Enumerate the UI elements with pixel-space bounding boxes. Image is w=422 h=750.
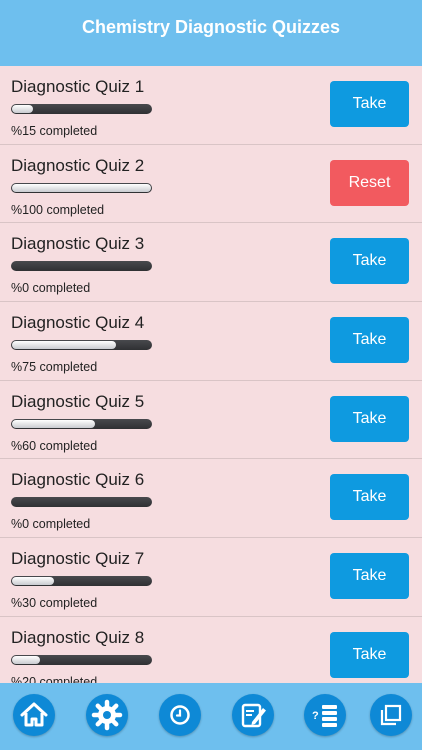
quiz-row-8: Diagnostic Quiz 8 %20 completed Take <box>0 617 422 683</box>
quiz-title: Diagnostic Quiz 6 <box>11 470 145 490</box>
reset-button[interactable]: Reset <box>330 159 409 206</box>
quiz-list-icon: ? <box>312 705 337 727</box>
tab-history[interactable] <box>159 694 201 736</box>
quiz-row-6: Diagnostic Quiz 6 %0 completed Take <box>0 459 422 539</box>
progress-text: %100 completed <box>11 202 105 217</box>
tab-home[interactable] <box>13 694 55 736</box>
quiz-row-4: Diagnostic Quiz 4 %75 completed Take <box>0 302 422 381</box>
progress-fill <box>12 341 117 350</box>
progress-text: %75 completed <box>11 360 98 375</box>
progress-bar <box>11 261 152 272</box>
quiz-title: Diagnostic Quiz 5 <box>11 391 145 411</box>
app-header: Chemistry Diagnostic Quizzes <box>0 0 422 66</box>
take-button[interactable]: Take <box>330 395 409 442</box>
progress-text: %15 completed <box>11 124 98 138</box>
take-button[interactable]: Take <box>330 317 409 364</box>
progress-fill <box>12 419 96 428</box>
bottom-tab-bar: ? <box>0 683 422 750</box>
quiz-title: Diagnostic Quiz 8 <box>11 627 145 647</box>
take-button[interactable]: Take <box>330 474 409 521</box>
progress-bar <box>11 104 152 114</box>
quiz-list: Diagnostic Quiz 1 %15 completed Take Dia… <box>0 66 422 683</box>
quiz-row-1: Diagnostic Quiz 1 %15 completed Take <box>0 66 422 145</box>
svg-text:?: ? <box>312 710 319 722</box>
tab-copy[interactable] <box>370 694 412 736</box>
progress-bar <box>11 654 152 665</box>
progress-bar <box>11 418 152 429</box>
quiz-title: Diagnostic Quiz 3 <box>11 234 145 254</box>
progress-text: %30 completed <box>11 596 98 611</box>
tab-notes[interactable] <box>232 694 274 736</box>
progress-fill <box>12 105 33 113</box>
progress-fill <box>12 183 151 192</box>
progress-fill <box>12 577 54 586</box>
progress-bar <box>11 576 152 587</box>
page-title: Chemistry Diagnostic Quizzes <box>81 17 341 37</box>
clock-icon <box>170 705 190 725</box>
quiz-title: Diagnostic Quiz 2 <box>11 155 145 175</box>
quiz-title: Diagnostic Quiz 7 <box>11 549 145 569</box>
progress-fill <box>12 655 40 664</box>
copy-icon <box>380 704 402 726</box>
take-button[interactable]: Take <box>330 553 409 600</box>
quiz-row-5: Diagnostic Quiz 5 %60 completed Take <box>0 381 422 460</box>
tab-settings[interactable] <box>86 694 128 736</box>
quiz-row-7: Diagnostic Quiz 7 %30 completed Take <box>0 538 422 617</box>
progress-text: %0 completed <box>11 281 91 296</box>
take-button[interactable]: Take <box>330 81 409 127</box>
tab-quiz-list[interactable]: ? <box>304 694 346 736</box>
quiz-row-3: Diagnostic Quiz 3 %0 completed Take <box>0 223 422 303</box>
take-button[interactable]: Take <box>330 238 409 285</box>
progress-bar <box>11 182 152 193</box>
progress-text: %0 completed <box>11 517 91 532</box>
home-icon <box>20 702 48 727</box>
progress-bar <box>11 340 152 351</box>
quiz-title: Diagnostic Quiz 4 <box>11 313 145 333</box>
quiz-row-2: Diagnostic Quiz 2 %100 completed Reset <box>0 145 422 224</box>
take-button[interactable]: Take <box>330 631 409 678</box>
progress-bar <box>11 497 152 508</box>
progress-text: %20 completed <box>11 674 98 683</box>
gear-icon <box>91 699 123 731</box>
edit-note-icon <box>241 703 266 728</box>
quiz-title: Diagnostic Quiz 1 <box>11 77 145 96</box>
progress-text: %60 completed <box>11 438 98 453</box>
